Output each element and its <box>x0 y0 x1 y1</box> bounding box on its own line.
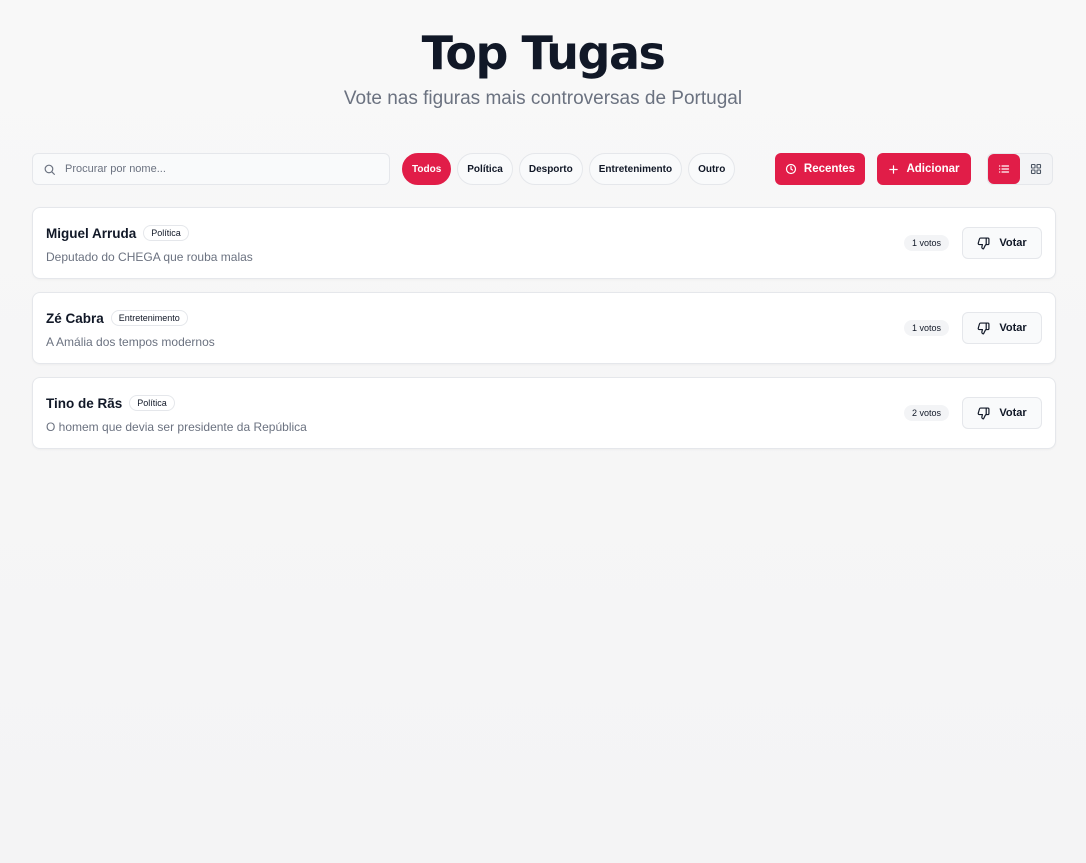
page-title: Top Tugas <box>421 26 666 80</box>
view-toggle <box>987 153 1053 185</box>
clock-icon <box>785 163 797 175</box>
toolbar: Todos Política Desporto Entretenimento O… <box>32 153 1054 185</box>
figure-card: Miguel Arruda Política Deputado do CHEGA… <box>32 207 1056 279</box>
figures-list: Miguel Arruda Política Deputado do CHEGA… <box>32 207 1056 462</box>
category-badge: Política <box>143 225 189 241</box>
figure-description: O homem que devia ser presidente da Repú… <box>46 420 307 434</box>
thumbs-down-icon <box>977 236 990 250</box>
vote-button[interactable]: Votar <box>962 227 1042 259</box>
vote-button-label: Votar <box>999 407 1027 419</box>
search-box[interactable] <box>32 153 390 185</box>
search-input[interactable] <box>65 163 365 175</box>
vote-count-badge: 2 votos <box>903 405 949 421</box>
figure-heading: Zé Cabra Entretenimento <box>46 310 188 326</box>
category-badge: Entretenimento <box>110 310 188 326</box>
page-header: Top Tugas Vote nas figuras mais controve… <box>0 0 1086 111</box>
vote-count-badge: 1 votos <box>903 320 949 336</box>
filter-chip-politica[interactable]: Política <box>457 153 513 185</box>
grid-view-button[interactable] <box>1020 154 1052 184</box>
category-filters: Todos Política Desporto Entretenimento O… <box>402 153 736 185</box>
thumbs-down-icon <box>977 406 990 420</box>
list-icon <box>998 165 1010 173</box>
recent-button[interactable]: Recentes <box>775 153 865 185</box>
vote-button[interactable]: Votar <box>962 397 1042 429</box>
figure-name: Zé Cabra <box>46 310 104 326</box>
figure-name: Miguel Arruda <box>46 225 137 241</box>
thumbs-down-icon <box>977 321 990 335</box>
figure-description: Deputado do CHEGA que rouba malas <box>46 250 253 264</box>
filter-chip-outro[interactable]: Outro <box>688 153 736 185</box>
plus-icon <box>889 164 899 174</box>
grid-icon <box>1030 163 1042 175</box>
figure-heading: Miguel Arruda Política <box>46 225 189 241</box>
figure-card: Zé Cabra Entretenimento A Amália dos tem… <box>32 292 1056 364</box>
add-button[interactable]: Adicionar <box>877 153 971 185</box>
figure-heading: Tino de Rãs Política <box>46 395 175 411</box>
figure-card: Tino de Rãs Política O homem que devia s… <box>32 377 1056 449</box>
filter-chip-todos[interactable]: Todos <box>402 153 452 185</box>
add-button-label: Adicionar <box>906 163 960 175</box>
vote-button-label: Votar <box>999 237 1027 249</box>
search-icon <box>44 164 55 175</box>
figure-name: Tino de Rãs <box>46 395 123 411</box>
figure-description: A Amália dos tempos modernos <box>46 335 215 349</box>
list-view-button[interactable] <box>988 154 1020 184</box>
category-badge: Política <box>129 395 175 411</box>
vote-count-badge: 1 votos <box>903 235 949 251</box>
vote-button[interactable]: Votar <box>962 312 1042 344</box>
page-subtitle: Vote nas figuras mais controversas de Po… <box>343 88 743 109</box>
recent-button-label: Recentes <box>803 163 856 175</box>
filter-chip-entretenimento[interactable]: Entretenimento <box>588 153 683 185</box>
filter-chip-desporto[interactable]: Desporto <box>518 153 583 185</box>
vote-button-label: Votar <box>999 322 1027 334</box>
